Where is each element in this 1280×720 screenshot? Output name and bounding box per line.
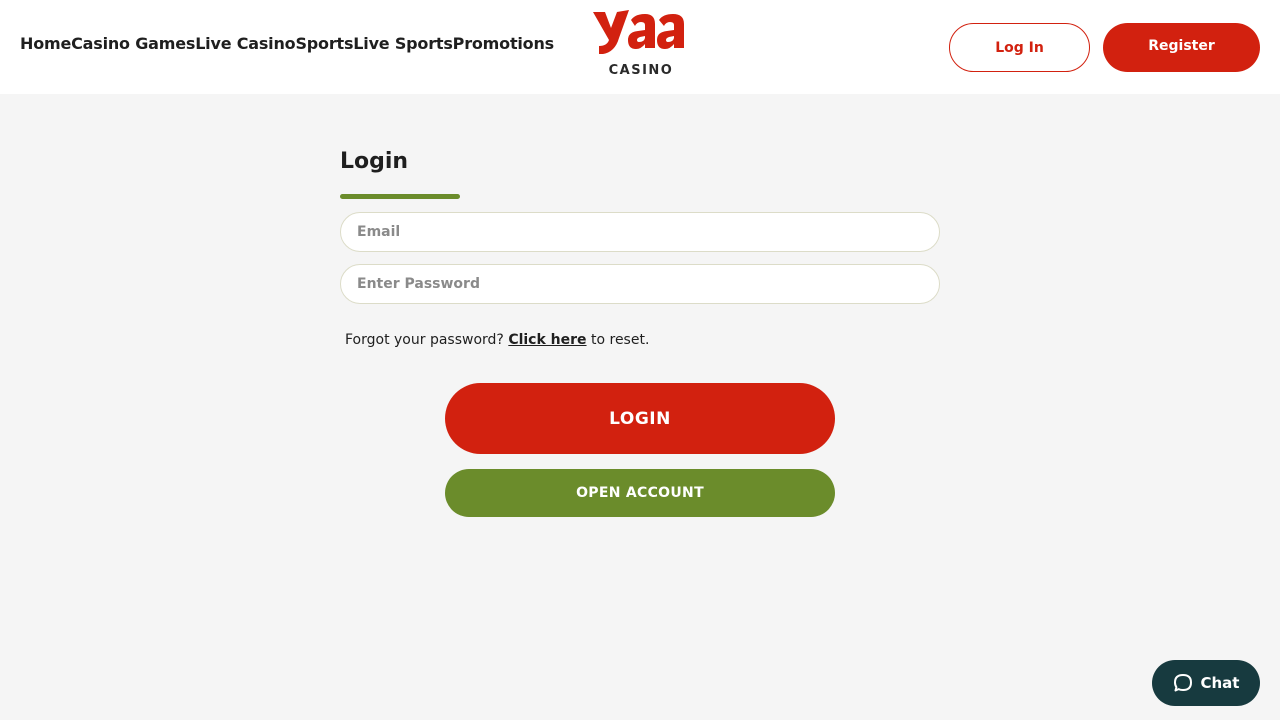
login-form: Login Forgot your password? Click here t…	[340, 140, 940, 348]
chat-label: Chat	[1200, 674, 1240, 692]
forgot-password-text: Forgot your password? Click here to rese…	[340, 332, 940, 348]
email-input[interactable]	[340, 212, 940, 252]
title-underline	[340, 194, 460, 199]
header-register-button[interactable]: Register	[1103, 23, 1260, 72]
chat-button[interactable]: Chat	[1152, 660, 1260, 706]
site-header: Home Casino Games Live Casino Sports Liv…	[0, 0, 1280, 94]
login-submit-button[interactable]: LOGIN	[445, 383, 835, 454]
open-account-button[interactable]: OPEN ACCOUNT	[445, 469, 835, 517]
forgot-prefix: Forgot your password?	[345, 332, 504, 348]
chat-bubble-icon	[1173, 674, 1192, 692]
password-input[interactable]	[340, 264, 940, 304]
nav-item-sports[interactable]: Sports	[295, 34, 353, 53]
header-login-button[interactable]: Log In	[949, 23, 1090, 72]
yaa-logo-mark	[593, 10, 684, 54]
page-title: Login	[340, 149, 409, 174]
nav-item-home[interactable]: Home	[20, 34, 71, 53]
logo-subtitle: CASINO	[608, 63, 674, 78]
nav-item-casino-games[interactable]: Casino Games	[71, 34, 195, 53]
forgot-suffix: to reset.	[590, 332, 650, 348]
reset-password-link[interactable]: Click here	[508, 332, 586, 348]
site-logo[interactable]: CASINO	[591, 8, 687, 80]
nav-item-promotions[interactable]: Promotions	[453, 34, 555, 53]
nav-item-live-sports[interactable]: Live Sports	[353, 34, 453, 53]
nav-item-live-casino[interactable]: Live Casino	[195, 34, 295, 53]
main-nav: Home Casino Games Live Casino Sports Liv…	[20, 34, 554, 53]
